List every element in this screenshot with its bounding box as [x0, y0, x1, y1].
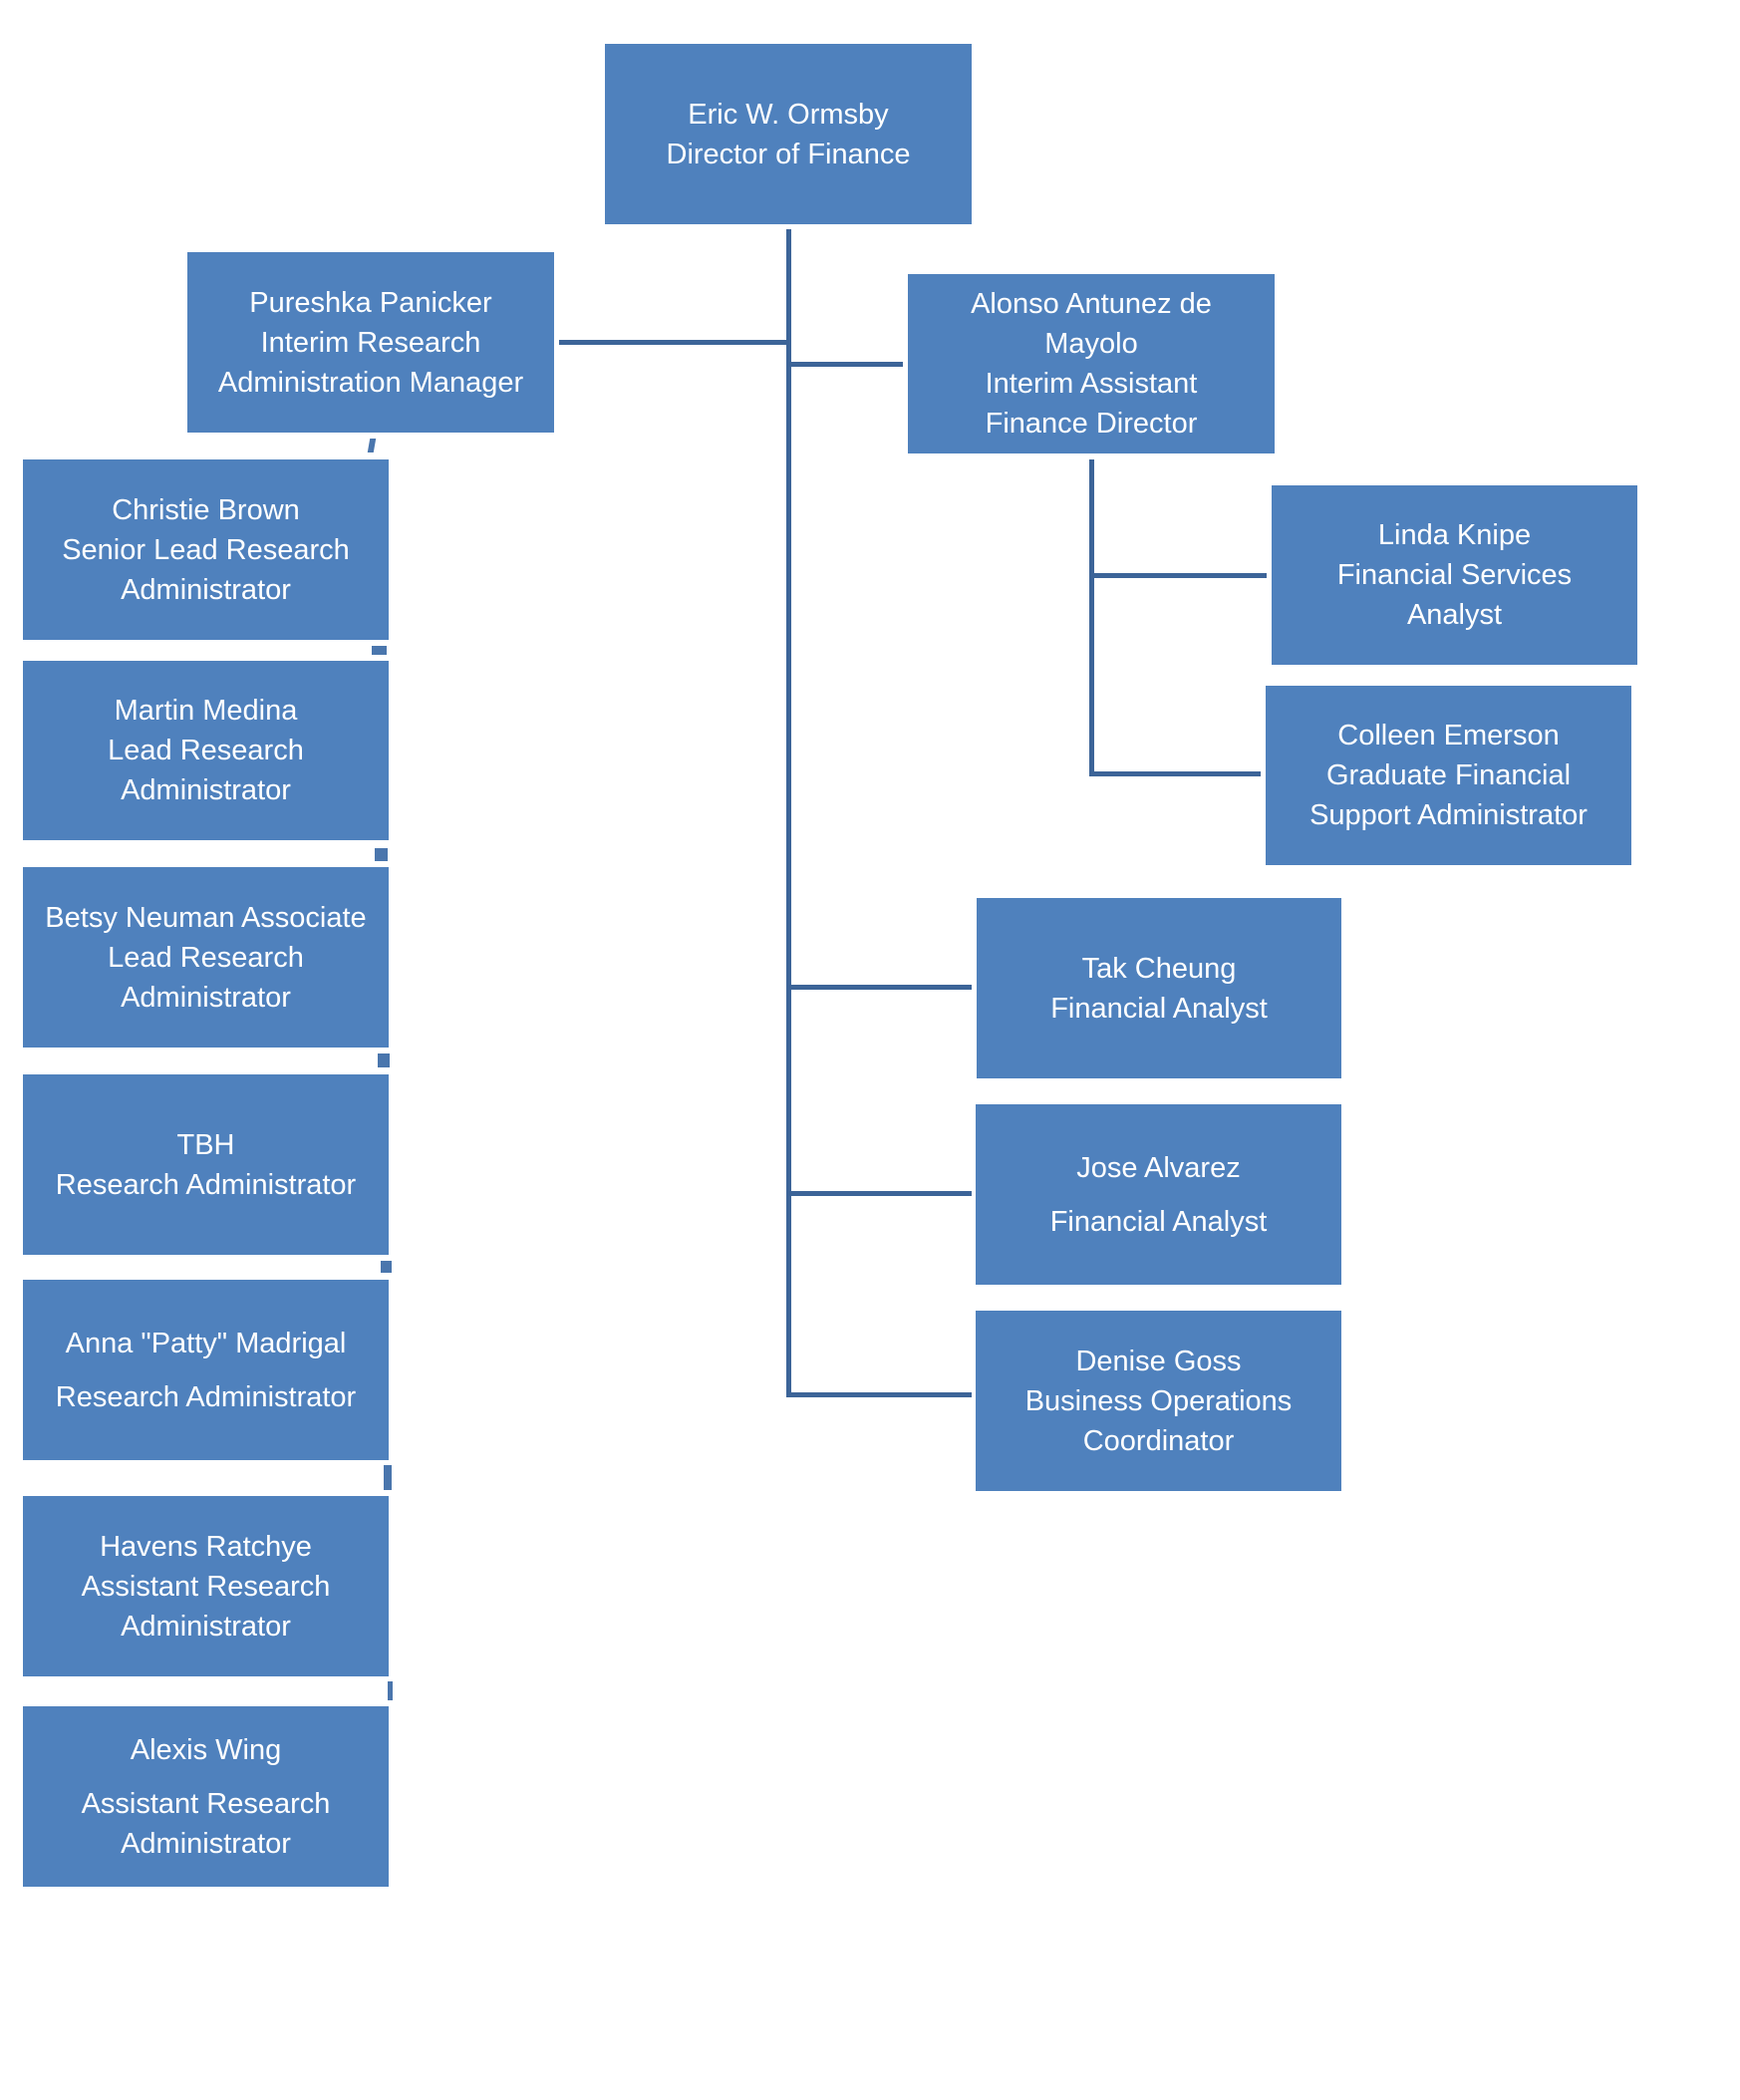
node-title-line: Coordinator	[1082, 1424, 1235, 1457]
node-title-line: Finance Director	[985, 408, 1198, 440]
org-node-christie-brown[interactable]: Christie Brown Senior Lead Research Admi…	[23, 459, 389, 640]
node-name: Colleen Emerson	[1337, 720, 1560, 751]
connector-stub	[384, 1465, 392, 1490]
node-line: Research Administrator	[55, 1380, 357, 1413]
node-name: Pureshka Panicker	[249, 286, 492, 319]
org-node-martin-medina[interactable]: Martin Medina Lead Research Administrato…	[23, 661, 389, 840]
node-line: Martin Medina	[114, 695, 298, 727]
org-node-colleen-emerson[interactable]: Colleen Emerson Graduate Financial Suppo…	[1266, 686, 1631, 865]
node-title-line: Interim Assistant	[985, 368, 1198, 400]
connector-to-colleen-emerson	[1089, 771, 1261, 776]
node-name: Eric W. Ormsby	[688, 98, 889, 131]
org-node-director[interactable]: Eric W. Ormsby Director of Finance	[605, 44, 972, 224]
node-title-line: Interim Research	[260, 326, 481, 359]
node-title-line: Support Administrator	[1309, 799, 1588, 831]
connector-stub	[372, 646, 387, 655]
org-node-assistant-director[interactable]: Alonso Antunez de Mayolo Interim Assista…	[908, 274, 1275, 453]
connector-to-tak-cheung	[786, 985, 972, 990]
node-name-line: Mayolo	[1044, 328, 1138, 360]
node-title-line: Administration Manager	[217, 366, 524, 399]
connector-to-denise-goss	[786, 1392, 972, 1397]
node-line: Administrator	[121, 774, 291, 806]
node-title-line: Analyst	[1406, 599, 1503, 631]
node-line: Lead Research	[108, 941, 304, 974]
node-line: Administrator	[121, 1610, 291, 1643]
node-name: Linda Knipe	[1377, 519, 1532, 551]
org-node-jose-alvarez[interactable]: Jose Alvarez Financial Analyst	[976, 1104, 1341, 1285]
node-line: Lead Research	[108, 735, 304, 766]
node-line: Assistant Research	[81, 1787, 331, 1820]
node-line: Assistant Research	[81, 1570, 331, 1603]
connector-to-jose-alvarez	[786, 1191, 972, 1196]
org-node-alexis-wing[interactable]: Alexis Wing Assistant Research Administr…	[23, 1706, 389, 1887]
connector-stub	[381, 1261, 392, 1273]
node-title-line: Financial Analyst	[1050, 992, 1268, 1025]
node-line: Research Administrator	[55, 1168, 357, 1201]
node-line: Senior Lead Research	[62, 533, 350, 566]
connector-stub	[375, 848, 388, 861]
org-node-research-manager[interactable]: Pureshka Panicker Interim Research Admin…	[187, 252, 554, 433]
node-name: Tak Cheung	[1081, 952, 1237, 985]
node-title-line: Financial Services	[1336, 559, 1573, 591]
node-line: Anna "Patty" Madrigal	[65, 1327, 347, 1359]
node-line: TBH	[176, 1128, 235, 1161]
node-name: Jose Alvarez	[1076, 1151, 1241, 1184]
org-node-linda-knipe[interactable]: Linda Knipe Financial Services Analyst	[1272, 485, 1637, 665]
node-title-line: Graduate Financial	[1325, 759, 1572, 791]
connector-to-linda-knipe	[1089, 573, 1267, 578]
node-name-line: Alonso Antunez de	[971, 288, 1212, 320]
node-line: Betsy Neuman Associate	[45, 901, 367, 934]
node-line: Administrator	[121, 573, 291, 606]
connector-stub	[388, 1681, 393, 1700]
node-title-line: Financial Analyst	[1049, 1205, 1268, 1238]
connector-to-assistant-director	[786, 362, 903, 367]
node-line: Alexis Wing	[130, 1733, 282, 1766]
node-line: Havens Ratchye	[100, 1530, 312, 1563]
connector-to-research-manager	[559, 340, 791, 345]
org-node-tak-cheung[interactable]: Tak Cheung Financial Analyst	[977, 898, 1341, 1078]
node-name: Denise Goss	[1075, 1345, 1242, 1377]
connector-stub	[367, 439, 377, 452]
connector-assistant-director-trunk	[1089, 459, 1094, 776]
node-title: Director of Finance	[666, 138, 911, 170]
org-node-denise-goss[interactable]: Denise Goss Business Operations Coordina…	[976, 1311, 1341, 1491]
node-line: Administrator	[121, 1827, 291, 1860]
org-node-havens-ratchye[interactable]: Havens Ratchye Assistant Research Admini…	[23, 1496, 389, 1676]
connector-stub	[378, 1053, 390, 1067]
node-line: Administrator	[121, 981, 291, 1014]
node-title-line: Business Operations	[1024, 1384, 1293, 1417]
connector-director-trunk	[786, 229, 791, 1395]
node-line: Christie Brown	[112, 493, 300, 526]
org-node-anna-madrigal[interactable]: Anna "Patty" Madrigal Research Administr…	[23, 1280, 389, 1460]
org-node-tbh[interactable]: TBH Research Administrator	[23, 1074, 389, 1255]
org-node-betsy-neuman[interactable]: Betsy Neuman Associate Lead Research Adm…	[23, 867, 389, 1048]
